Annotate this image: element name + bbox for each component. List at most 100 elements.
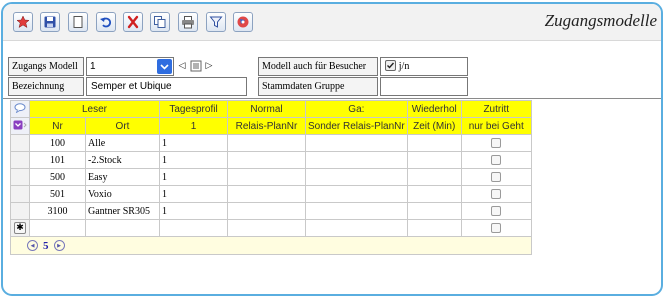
cell-zeit-min[interactable] [406, 185, 462, 203]
form-area: Zugangs Modell 1 ◁ ▷ Bezeichnung Semper … [3, 41, 661, 99]
cell-nr[interactable]: 100 [29, 134, 86, 152]
save-button[interactable] [40, 12, 60, 32]
copy-button[interactable] [150, 12, 170, 32]
cell-sonder-relais-plannr[interactable] [305, 168, 408, 186]
cell-zeit-min[interactable] [406, 202, 462, 220]
undo-button[interactable] [96, 12, 116, 32]
new-cell-relais-plannr[interactable] [227, 219, 306, 237]
help-button[interactable] [233, 12, 253, 32]
filter-button[interactable] [206, 12, 226, 32]
table-row[interactable]: 500 Easy 1 [10, 168, 532, 186]
add-row-icon[interactable]: ✱ [14, 222, 26, 234]
header-wiederhol: Wiederhol [406, 100, 462, 118]
nur-bei-geht-checkbox[interactable] [491, 138, 502, 149]
modell-besucher-checkbox[interactable] [385, 59, 396, 71]
header-ort: Ort [85, 117, 160, 135]
new-row[interactable]: ✱ [10, 219, 532, 237]
previous-record-icon[interactable]: ◁ [176, 59, 188, 73]
table-row[interactable]: 3100 Gantner SR305 1 [10, 202, 532, 220]
record-list-icon[interactable] [190, 60, 202, 75]
new-button[interactable] [68, 12, 88, 32]
header-tagesprofil-1: 1 [159, 117, 228, 135]
new-cell-tagesprofil[interactable] [159, 219, 228, 237]
page-title: Zugangsmodelle [544, 11, 657, 30]
cell-sonder-relais-plannr[interactable] [305, 134, 408, 152]
funnel-icon [209, 16, 223, 28]
cell-tagesprofil[interactable]: 1 [159, 185, 228, 203]
cell-sonder-relais-plannr[interactable] [305, 185, 408, 203]
nur-bei-geht-checkbox[interactable] [491, 172, 502, 183]
zugangs-modell-select[interactable]: 1 [86, 57, 174, 76]
chevron-down-icon[interactable] [157, 59, 172, 74]
row-selector[interactable] [10, 168, 30, 186]
star-icon [16, 15, 30, 29]
modell-besucher-field: j/n [380, 57, 468, 76]
first-page-icon[interactable]: ◀ [27, 240, 38, 251]
row-selector[interactable] [10, 151, 30, 169]
modell-besucher-label: Modell auch für Besucher [258, 57, 378, 76]
cell-ort[interactable]: Voxio [85, 185, 160, 203]
new-row-selector[interactable]: ✱ [10, 219, 30, 237]
document-icon [73, 16, 83, 28]
cell-nr[interactable]: 101 [29, 151, 86, 169]
new-cell-ort[interactable] [85, 219, 160, 237]
cell-nur-bei-geht [460, 185, 532, 203]
cell-relais-plannr[interactable] [227, 151, 306, 169]
new-cell-zeit-min[interactable] [406, 219, 462, 237]
new-nur-bei-geht-checkbox[interactable] [491, 223, 502, 234]
cell-tagesprofil[interactable]: 1 [159, 151, 228, 169]
access-grid: Leser Tagesprofil Normal Ga: Wiederhol Z… [10, 100, 532, 255]
undo-icon [100, 17, 112, 28]
header-zutritt: Zutritt [460, 100, 532, 118]
cell-nur-bei-geht [460, 202, 532, 220]
next-record-icon[interactable]: ▷ [203, 59, 215, 73]
header-zeit-min: Zeit (Min) [406, 117, 462, 135]
cell-nr[interactable]: 501 [29, 185, 86, 203]
cell-zeit-min[interactable] [406, 134, 462, 152]
print-button[interactable] [178, 12, 198, 32]
grid-corner-top[interactable] [10, 100, 30, 118]
nur-bei-geht-checkbox[interactable] [491, 206, 502, 217]
cell-tagesprofil[interactable]: 1 [159, 168, 228, 186]
last-page-icon[interactable]: ▶ [53, 240, 65, 251]
cell-zeit-min[interactable] [406, 151, 462, 169]
stammdaten-field[interactable] [380, 77, 468, 96]
cell-relais-plannr[interactable] [227, 202, 306, 220]
grid-corner-bottom[interactable] [10, 117, 30, 135]
cell-ort[interactable]: Alle [85, 134, 160, 152]
cell-sonder-relais-plannr[interactable] [305, 202, 408, 220]
nur-bei-geht-checkbox[interactable] [491, 189, 502, 200]
header-tagesprofil: Tagesprofil [159, 100, 228, 118]
cell-relais-plannr[interactable] [227, 185, 306, 203]
cell-nur-bei-geht [460, 134, 532, 152]
home-button[interactable] [13, 12, 33, 32]
cell-ort[interactable]: Easy [85, 168, 160, 186]
column-menu-icon [13, 120, 27, 129]
bezeichnung-field[interactable]: Semper et Ubique [86, 77, 247, 96]
cell-nr[interactable]: 3100 [29, 202, 86, 220]
speech-bubble-icon [14, 102, 26, 113]
delete-button[interactable] [123, 12, 143, 32]
cell-sonder-relais-plannr[interactable] [305, 151, 408, 169]
new-cell-nr[interactable] [29, 219, 86, 237]
cell-ort[interactable]: -2.Stock [85, 151, 160, 169]
page-number[interactable]: 5 [43, 240, 49, 252]
copy-icon [154, 16, 166, 28]
pager: ◀ 5 ▶ [13, 240, 529, 252]
table-row[interactable]: 100 Alle 1 [10, 134, 532, 152]
cell-zeit-min[interactable] [406, 168, 462, 186]
row-selector[interactable] [10, 185, 30, 203]
cell-nur-bei-geht [460, 151, 532, 169]
nur-bei-geht-checkbox[interactable] [491, 155, 502, 166]
table-row[interactable]: 101 -2.Stock 1 [10, 151, 532, 169]
cell-tagesprofil[interactable]: 1 [159, 134, 228, 152]
cell-relais-plannr[interactable] [227, 134, 306, 152]
table-row[interactable]: 501 Voxio 1 [10, 185, 532, 203]
cell-ort[interactable]: Gantner SR305 [85, 202, 160, 220]
new-cell-sonder-relais-plannr[interactable] [305, 219, 408, 237]
cell-tagesprofil[interactable]: 1 [159, 202, 228, 220]
cell-relais-plannr[interactable] [227, 168, 306, 186]
row-selector[interactable] [10, 134, 30, 152]
cell-nr[interactable]: 500 [29, 168, 86, 186]
row-selector[interactable] [10, 202, 30, 220]
